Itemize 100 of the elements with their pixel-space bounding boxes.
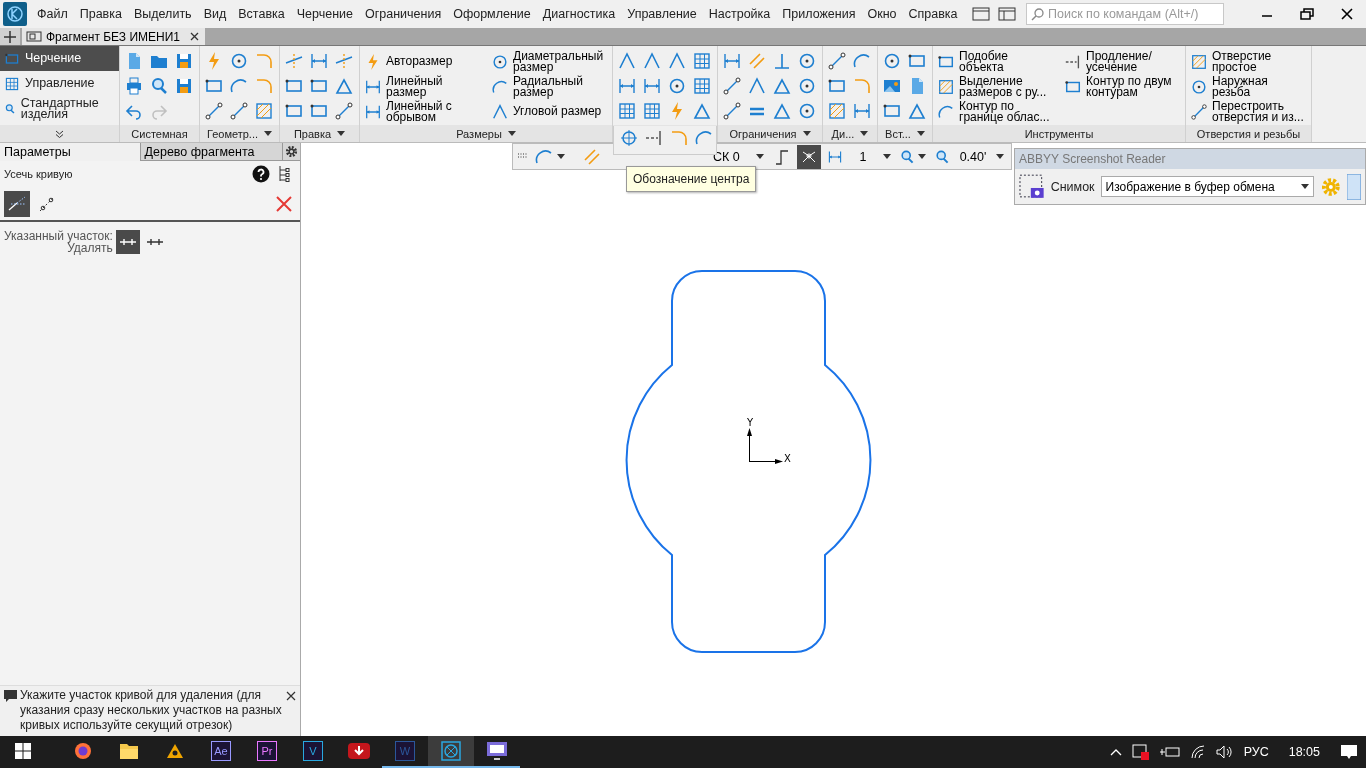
help-icon[interactable] — [252, 165, 270, 183]
taskbar-app[interactable]: Pr — [244, 736, 290, 768]
tool-button[interactable] — [720, 74, 744, 98]
double-chevron-icon[interactable] — [55, 129, 64, 138]
new-tab-button[interactable] — [0, 28, 20, 45]
caret-icon — [337, 131, 346, 136]
caret-icon — [1300, 184, 1309, 189]
clock[interactable]: 18:05 — [1288, 745, 1320, 759]
language-indicator[interactable]: РУС — [1243, 745, 1269, 759]
taskbar-app[interactable]: Ae — [198, 736, 244, 768]
ribbon-group-label: Размеры — [456, 127, 502, 140]
tree-icon[interactable] — [278, 165, 290, 183]
field-label: Указанный участок: — [4, 230, 113, 242]
ribbon-mode-tab[interactable]: Управление — [0, 71, 119, 96]
dimension-icon — [642, 76, 662, 96]
taskbar-app[interactable]: V — [290, 736, 336, 768]
menu-item[interactable]: Вид — [197, 7, 233, 21]
ribbon-command[interactable]: Контур по границе облас... — [935, 99, 1056, 124]
mode-toggle[interactable] — [4, 191, 30, 217]
step-select[interactable]: 1 — [824, 145, 894, 168]
keep-segment-icon — [145, 237, 164, 247]
ribbon-command[interactable]: Выделение размеров с ру... — [935, 74, 1056, 99]
app-icon: W — [395, 741, 415, 761]
dimension-icon — [309, 51, 329, 71]
zoom-select[interactable]: 0.40' — [931, 145, 1007, 168]
ribbon-command[interactable]: Радиальный размер — [489, 74, 610, 99]
ribbon-group-label: Ограничения — [729, 127, 797, 140]
close-icon[interactable] — [286, 691, 296, 701]
ribbon-command[interactable]: Авторазмер — [362, 49, 483, 74]
tool-button[interactable] — [227, 99, 251, 123]
caret-icon — [756, 154, 764, 159]
menu-item[interactable]: Оформление — [447, 7, 537, 21]
wifi-icon[interactable] — [1189, 745, 1206, 759]
settings-button[interactable] — [282, 143, 300, 161]
circle-icon — [882, 51, 902, 71]
search-field[interactable]: Поиск по командам (Alt+/) — [1026, 3, 1224, 25]
app-icon: Ae — [211, 741, 231, 761]
circle-icon — [797, 51, 817, 71]
tool-button[interactable] — [332, 99, 356, 123]
menu-item[interactable]: Диагностика — [536, 7, 622, 21]
ribbon-command[interactable]: Наружная резьба — [1188, 74, 1309, 99]
table-icon — [692, 51, 712, 71]
tool-button[interactable] — [825, 49, 849, 73]
triangle-icon — [692, 101, 712, 121]
menu-item[interactable]: Черчение — [290, 7, 359, 21]
table-icon — [692, 76, 712, 96]
ribbon-group-label: Ди... — [831, 127, 855, 140]
document-tab[interactable]: Фрагмент БЕЗ ИМЕНИ1 — [22, 28, 205, 45]
browser-icon — [73, 741, 93, 761]
printer-icon — [124, 76, 144, 96]
dimension-icon — [827, 148, 843, 165]
menu-item[interactable]: Настройка — [702, 7, 777, 21]
segment-icon — [334, 101, 354, 121]
menu-item[interactable]: Файл — [31, 7, 74, 21]
ribbon-command[interactable]: Линейный размер — [362, 74, 483, 99]
network-alert-icon[interactable] — [1131, 744, 1150, 760]
magnifier-icon — [934, 148, 950, 165]
crosshair-icon — [619, 128, 639, 148]
notification-icon[interactable] — [1340, 744, 1358, 760]
ribbon-command[interactable]: Контур по двум контурам — [1062, 74, 1183, 99]
ribbon-command[interactable]: Продление/ усечение — [1062, 49, 1183, 74]
menu-item[interactable]: Справка — [902, 7, 964, 21]
menu-item[interactable]: Вставка — [232, 7, 291, 21]
tool-button[interactable] — [720, 99, 744, 123]
menu-item[interactable]: Приложения — [776, 7, 862, 21]
ribbon-command[interactable]: Подобие объекта — [935, 49, 1056, 74]
tool-button[interactable] — [202, 99, 226, 123]
speaker-icon[interactable] — [1215, 745, 1234, 759]
chevron-up-icon[interactable] — [1109, 748, 1122, 756]
ribbon-group-label: Геометр... — [206, 127, 259, 140]
panel-tab[interactable]: Дерево фрагмента — [139, 143, 283, 161]
menu-item[interactable]: Окно — [861, 7, 903, 21]
caret-icon — [557, 154, 565, 159]
menu-item[interactable]: Ограничения — [359, 7, 448, 21]
menu-item[interactable]: Управление — [621, 7, 703, 21]
save-icon — [174, 76, 194, 96]
option-toggle[interactable] — [115, 230, 140, 254]
magnifier-icon — [899, 148, 915, 165]
battery-icon[interactable] — [1159, 746, 1180, 758]
close-icon[interactable] — [190, 32, 199, 41]
ribbon-command[interactable]: Перестроить отверстия и из... — [1188, 99, 1309, 124]
snap-toggle[interactable] — [797, 144, 821, 169]
ribbon-command[interactable]: Отверстие простое — [1188, 49, 1309, 74]
windows-logo-icon — [15, 743, 31, 759]
hatch-icon — [827, 101, 847, 121]
camera-icon[interactable] — [1019, 173, 1045, 200]
angle-icon — [491, 102, 509, 121]
ribbon-mode-tab[interactable]: Черчение — [0, 46, 119, 71]
ribbon-command[interactable]: Диаметральный размер — [489, 49, 610, 74]
menu-item[interactable]: Правка — [73, 7, 128, 21]
caret-icon — [918, 154, 926, 159]
capture-target-select[interactable]: Изображение в буфер обмена — [1100, 176, 1314, 197]
grip-icon[interactable] — [517, 152, 529, 161]
trim-icon — [284, 51, 304, 71]
app-logo[interactable] — [3, 2, 27, 26]
ribbon-mode-tab[interactable]: Стандартные изделия — [0, 96, 119, 121]
angle-icon — [747, 76, 767, 96]
ribbon-command[interactable]: Линейный с обрывом — [362, 99, 483, 124]
menu-item[interactable]: Выделить — [127, 7, 198, 21]
ribbon-command[interactable]: Угловой размер — [489, 99, 610, 124]
